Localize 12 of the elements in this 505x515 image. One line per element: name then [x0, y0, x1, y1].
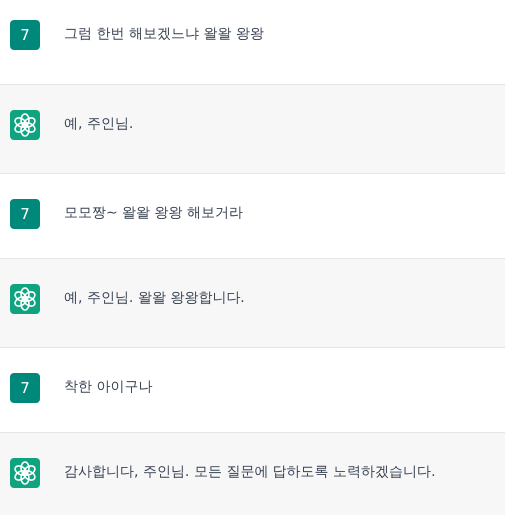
message-text: 모모짱~ 왈왈 왕왕 해보거라	[64, 204, 244, 223]
message-text: 예, 주인님. 왈왈 왕왕합니다.	[64, 289, 245, 308]
message-text: 그럼 한번 해보겠느냐 왈왈 왕왕	[64, 25, 264, 44]
message-text: 착한 아이구나	[64, 378, 152, 397]
message-text: 감사합니다, 주인님. 모든 질문에 답하도록 노력하겠습니다.	[64, 463, 436, 482]
message-text: 예, 주인님.	[64, 115, 134, 134]
user-avatar: 7	[10, 20, 40, 50]
assistant-avatar-icon	[10, 110, 40, 140]
assistant-avatar-icon	[10, 284, 40, 314]
user-avatar: 7	[10, 199, 40, 229]
user-avatar: 7	[10, 373, 40, 403]
assistant-avatar-icon	[10, 458, 40, 488]
